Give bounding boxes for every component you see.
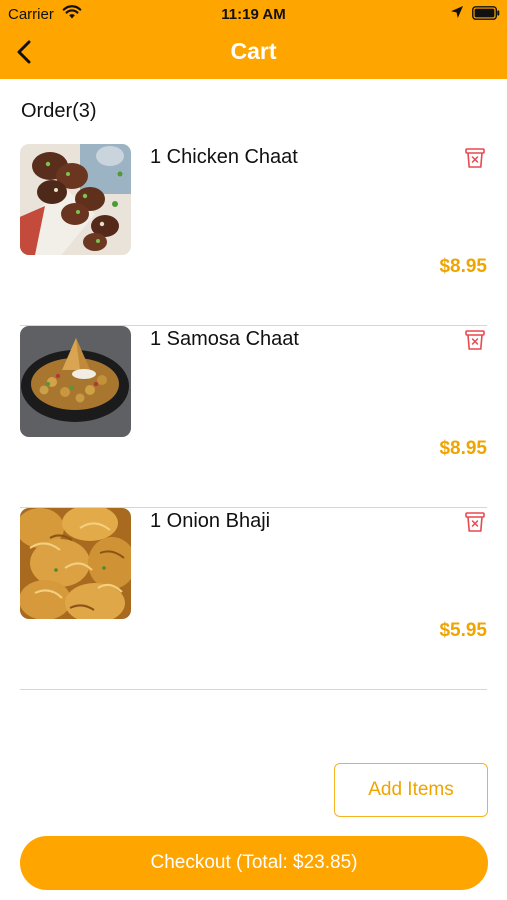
order-count-heading: Order(3)	[21, 100, 97, 122]
cart-item: 1 Samosa Chaat $8.95	[20, 326, 487, 508]
cart-item: 1 Chicken Chaat $8.95	[20, 144, 487, 326]
onion-bhaji-photo	[20, 508, 131, 619]
item-price: $8.95	[439, 438, 487, 459]
battery-icon	[472, 6, 500, 20]
status-bar: Carrier 11:19 AM	[0, 0, 507, 28]
item-price: $5.95	[439, 620, 487, 641]
item-name: 1 Onion Bhaji	[150, 510, 271, 532]
item-name: 1 Samosa Chaat	[150, 328, 299, 350]
trash-icon[interactable]	[463, 510, 487, 534]
location-arrow-icon	[451, 6, 463, 18]
add-items-button[interactable]: Add Items	[334, 763, 488, 817]
trash-icon[interactable]	[463, 328, 487, 352]
clock: 11:19 AM	[221, 6, 286, 23]
checkout-button[interactable]: Checkout (Total: $23.85)	[20, 836, 488, 890]
nav-bar: Carrier 11:19 AM Cart	[0, 0, 507, 79]
samosa-chaat-photo	[20, 326, 131, 437]
trash-icon[interactable]	[463, 146, 487, 170]
page-title: Cart	[230, 38, 277, 64]
cart-item: 1 Onion Bhaji $5.95	[20, 508, 487, 690]
item-name: 1 Chicken Chaat	[150, 146, 298, 168]
item-price: $8.95	[439, 256, 487, 277]
chicken-chaat-photo	[20, 144, 131, 255]
